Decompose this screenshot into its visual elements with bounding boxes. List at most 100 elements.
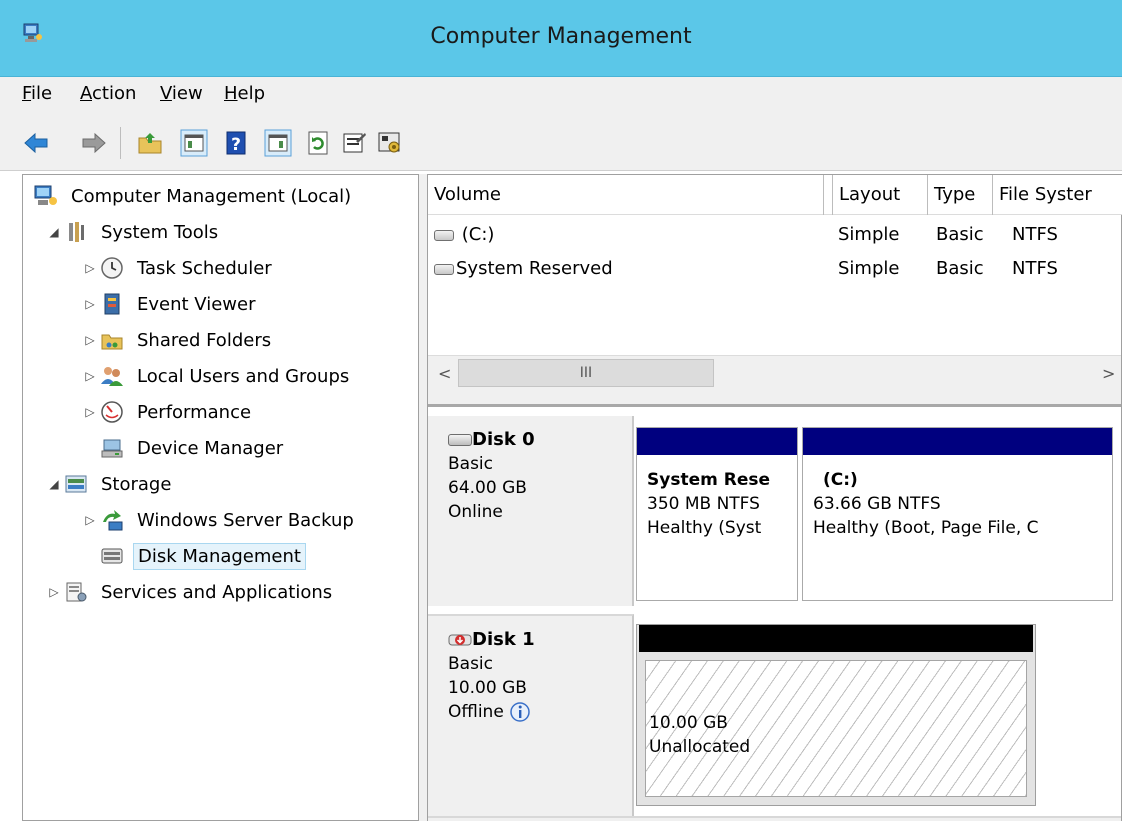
- disk-status: Offline: [448, 702, 504, 722]
- tree-item-shared-folders[interactable]: ▷ Shared Folders: [81, 323, 275, 357]
- menu-action[interactable]: Action: [80, 83, 136, 104]
- tree-item-services-and-applications[interactable]: ▷ Services and Applications: [45, 575, 336, 609]
- pane-splitter[interactable]: [419, 174, 427, 821]
- up-folder-icon[interactable]: [136, 129, 164, 157]
- disk-status: Online: [448, 502, 503, 522]
- drive-icon: [434, 229, 454, 241]
- disk-type: Basic: [448, 654, 494, 674]
- volume-name: System Reserved: [456, 258, 613, 279]
- toolbar: ?: [0, 115, 1122, 171]
- disk-0-info[interactable]: Disk 0 Basic 64.00 GB Online: [428, 416, 634, 606]
- partition-unallocated[interactable]: 10.00 GB Unallocated: [636, 624, 1036, 806]
- table-row[interactable]: (C:) Simple Basic NTFS: [428, 219, 1122, 253]
- window-title: Computer Management: [430, 24, 692, 49]
- back-arrow-icon[interactable]: [22, 129, 50, 157]
- disk-icon: [448, 434, 472, 446]
- users-icon: [101, 367, 123, 386]
- collapsed-icon[interactable]: ▷: [81, 333, 99, 347]
- disk-1-title: Disk 1: [448, 628, 632, 652]
- volume-name: (C:): [461, 224, 495, 245]
- tree-item-local-users-and-groups[interactable]: ▷ Local Users and Groups: [81, 359, 353, 393]
- collapsed-icon[interactable]: ▷: [45, 585, 63, 599]
- partition-body: (C:) 63.66 GB NTFS Healthy (Boot, Page F…: [813, 468, 1109, 540]
- show-hide-console-tree-icon[interactable]: [180, 129, 208, 157]
- tree-label-task-scheduler: Task Scheduler: [137, 257, 272, 279]
- tree-label-event-viewer: Event Viewer: [137, 293, 256, 315]
- menu-file[interactable]: File: [22, 83, 52, 104]
- tree-item-disk-management[interactable]: Disk Management: [99, 539, 306, 573]
- collapsed-icon[interactable]: ▷: [81, 369, 99, 383]
- expanded-icon[interactable]: ◢: [45, 477, 63, 491]
- forward-arrow-icon[interactable]: [80, 129, 108, 157]
- menu-view[interactable]: View: [160, 83, 203, 104]
- partition-health: Unallocated: [649, 737, 751, 757]
- svg-text:?: ?: [231, 135, 241, 155]
- tree-item-device-manager[interactable]: Device Manager: [99, 431, 287, 465]
- tree-item-storage[interactable]: ◢ Storage: [45, 467, 175, 501]
- expanded-icon[interactable]: ◢: [45, 225, 63, 239]
- collapsed-icon[interactable]: ▷: [81, 261, 99, 275]
- partition-body: System Rese 350 MB NTFS Healthy (Syst: [647, 468, 793, 540]
- collapsed-icon[interactable]: ▷: [81, 405, 99, 419]
- tree-item-task-scheduler[interactable]: ▷ Task Scheduler: [81, 251, 276, 285]
- help-icon[interactable]: ?: [222, 129, 250, 157]
- volume-list-header: Volume Layout Type File Syster: [428, 175, 1122, 215]
- disk-name: Disk 0: [472, 429, 535, 450]
- tools-icon: [69, 222, 84, 242]
- drive-icon: [434, 263, 454, 275]
- menu-help[interactable]: Help: [224, 83, 265, 104]
- horizontal-scrollbar[interactable]: < III >: [428, 355, 1121, 391]
- info-icon[interactable]: [509, 701, 531, 723]
- refresh-icon[interactable]: [304, 129, 332, 157]
- horizontal-splitter[interactable]: [428, 391, 1121, 407]
- menu-help-key: H: [224, 83, 238, 104]
- column-header-type[interactable]: Type: [928, 175, 993, 215]
- tree-label-device-manager: Device Manager: [137, 437, 284, 459]
- tree-label-computer-management: Computer Management (Local): [71, 185, 352, 207]
- show-hide-action-pane-icon[interactable]: [264, 129, 292, 157]
- collapsed-icon[interactable]: ▷: [81, 513, 99, 527]
- offline-disk-icon: [448, 634, 472, 646]
- partition-c-drive[interactable]: (C:) 63.66 GB NTFS Healthy (Boot, Page F…: [802, 427, 1113, 601]
- scroll-right-icon[interactable]: >: [1102, 364, 1115, 383]
- scroll-thumb[interactable]: III: [458, 359, 714, 387]
- type-cell: Basic: [936, 224, 984, 245]
- tree-label-local-users-and-groups: Local Users and Groups: [137, 365, 350, 387]
- title-bar[interactable]: Computer Management: [0, 0, 1122, 77]
- disk-name: Disk 1: [472, 629, 535, 650]
- tree-item-system-tools[interactable]: ◢ System Tools: [45, 215, 222, 249]
- type-cell: Basic: [936, 258, 984, 279]
- collapsed-icon[interactable]: ▷: [81, 297, 99, 311]
- properties-icon[interactable]: [340, 129, 368, 157]
- services-icon: [66, 582, 87, 602]
- disk-size: 64.00 GB: [448, 478, 527, 498]
- partition-system-reserved[interactable]: System Rese 350 MB NTFS Healthy (Syst: [636, 427, 798, 601]
- menu-view-label: iew: [171, 83, 203, 104]
- tree-label-performance: Performance: [137, 401, 252, 423]
- disk-1-info[interactable]: Disk 1 Basic 10.00 GB Offline: [428, 614, 634, 816]
- disk-management-pane: Volume Layout Type File Syster (C:) Simp…: [427, 174, 1122, 821]
- table-row[interactable]: System Reserved Simple Basic NTFS: [428, 253, 1122, 287]
- partition-title: (C:): [823, 470, 858, 490]
- shared-folder-icon: [101, 334, 123, 350]
- clock-icon: [101, 257, 123, 279]
- disk-0-title: Disk 0: [448, 428, 632, 452]
- settings-icon[interactable]: [376, 129, 404, 157]
- partition-detail: 350 MB NTFS: [647, 494, 760, 514]
- event-viewer-icon: [104, 293, 120, 315]
- menu-view-key: V: [160, 83, 172, 104]
- column-header-file-system[interactable]: File Syster: [993, 175, 1121, 215]
- tree-item-performance[interactable]: ▷ Performance: [81, 395, 255, 429]
- tree-item-computer-management[interactable]: Computer Management (Local): [33, 179, 355, 213]
- layout-cell: Simple: [838, 224, 900, 245]
- column-header-layout[interactable]: Layout: [832, 175, 928, 215]
- performance-icon: [101, 401, 123, 423]
- menu-file-key: F: [22, 83, 32, 104]
- toolbar-separator: [120, 127, 121, 159]
- tree-item-windows-server-backup[interactable]: ▷ Windows Server Backup: [81, 503, 358, 537]
- scroll-left-icon[interactable]: <: [438, 364, 451, 383]
- disk-management-icon: [101, 548, 123, 564]
- column-header-volume[interactable]: Volume: [428, 175, 824, 215]
- tree-item-event-viewer[interactable]: ▷ Event Viewer: [81, 287, 259, 321]
- partition-type-bar: [639, 625, 1033, 652]
